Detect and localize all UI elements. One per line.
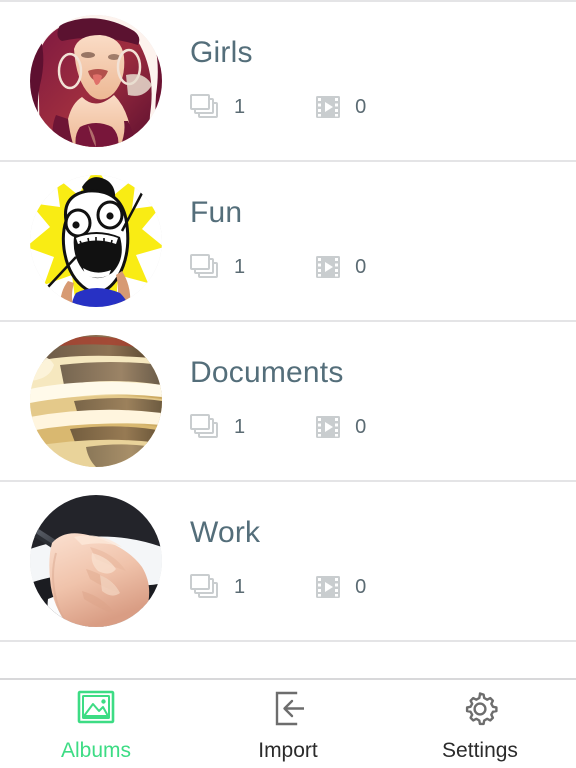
album-counts: 1 0 (190, 414, 576, 440)
film-strip-play-icon (315, 414, 341, 440)
album-counts: 1 0 (190, 574, 576, 600)
video-count-group: 0 (315, 414, 366, 440)
album-title: Work (190, 516, 261, 549)
portrait-woman-thumbnail (30, 15, 162, 147)
video-count-group: 0 (315, 574, 366, 600)
import-arrow-icon (265, 688, 311, 730)
album-row-documents[interactable]: Documents 1 0 (0, 320, 576, 480)
video-count-value: 0 (355, 416, 367, 438)
tab-import[interactable]: Import (192, 680, 384, 768)
tab-settings[interactable]: Settings (384, 680, 576, 768)
photo-count-value: 1 (234, 96, 246, 118)
photo-stack-icon (190, 414, 220, 440)
album-counts: 1 0 (190, 94, 576, 120)
photo-count-group: 1 (190, 414, 245, 440)
photo-stack-icon (190, 254, 220, 280)
photo-count-group: 1 (190, 94, 245, 120)
album-thumbnail-fun[interactable] (30, 175, 162, 307)
film-strip-play-icon (315, 254, 341, 280)
video-count-value: 0 (355, 576, 367, 598)
album-title: Girls (190, 36, 253, 69)
video-count-value: 0 (355, 256, 367, 278)
photo-stack-icon (190, 574, 220, 600)
album-info-work: Work 1 0 (190, 518, 576, 604)
albums-list[interactable]: Girls 1 0 Fun 1 0 Documents 1 0 Work 1 0 (0, 0, 576, 678)
bottom-tab-bar: Albums Import Settings (0, 678, 576, 768)
album-row-fun[interactable]: Fun 1 0 (0, 160, 576, 320)
film-strip-play-icon (315, 94, 341, 120)
album-title: Fun (190, 196, 243, 229)
tab-label-import: Import (258, 738, 318, 762)
album-thumbnail-girls[interactable] (30, 15, 162, 147)
photo-count-group: 1 (190, 574, 245, 600)
video-count-group: 0 (315, 254, 366, 280)
album-list-screen: Girls 1 0 Fun 1 0 Documents 1 0 Work 1 0… (0, 0, 576, 768)
album-title: Documents (190, 356, 344, 389)
film-strip-play-icon (315, 574, 341, 600)
tab-albums[interactable]: Albums (0, 680, 192, 768)
album-info-fun: Fun 1 0 (190, 198, 576, 284)
photo-count-group: 1 (190, 254, 245, 280)
cartoon-face-thumbnail (30, 175, 162, 307)
video-count-group: 0 (315, 94, 366, 120)
photo-count-value: 1 (234, 416, 246, 438)
image-picture-icon (73, 688, 119, 730)
gear-icon (457, 688, 503, 730)
hand-with-pen-thumbnail (30, 495, 162, 627)
album-row-girls[interactable]: Girls 1 0 (0, 0, 576, 160)
album-row-work[interactable]: Work 1 0 (0, 480, 576, 640)
tab-label-settings: Settings (442, 738, 518, 762)
album-info-girls: Girls 1 0 (190, 38, 576, 124)
video-count-value: 0 (355, 96, 367, 118)
album-row-partial[interactable] (0, 640, 576, 678)
album-counts: 1 0 (190, 254, 576, 280)
stacked-papers-thumbnail (30, 335, 162, 467)
photo-count-value: 1 (234, 576, 246, 598)
album-thumbnail-work[interactable] (30, 495, 162, 627)
tab-label-albums: Albums (60, 738, 132, 762)
photo-stack-icon (190, 94, 220, 120)
album-info-documents: Documents 1 0 (190, 358, 576, 444)
photo-count-value: 1 (234, 256, 246, 278)
album-thumbnail-documents[interactable] (30, 335, 162, 467)
